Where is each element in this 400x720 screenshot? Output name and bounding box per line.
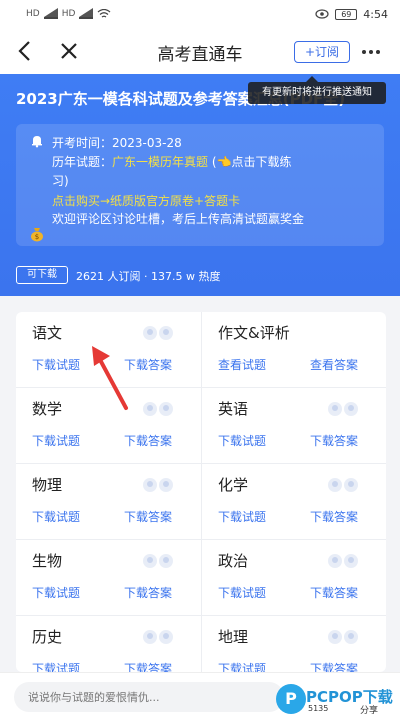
subject-name: 化学: [218, 476, 249, 494]
money-bag-icon: $: [31, 228, 43, 242]
hd-label: HD: [26, 9, 40, 19]
user-avatars: [326, 628, 364, 646]
subject-cell: 化学 下载试题 下载答案: [201, 464, 386, 540]
past-papers-hint: (👈点击下载练: [211, 155, 292, 169]
pointing-hand-icon: 👈: [216, 155, 232, 169]
subject-name: 地理: [218, 628, 249, 646]
hd-label: HD: [61, 9, 76, 19]
eye-icon: [315, 9, 329, 19]
signal-indicators: HD HD: [26, 7, 111, 19]
subject-name: 生物: [32, 552, 63, 570]
watermark: P PCPOP下载 5135: [276, 684, 400, 720]
comment-promo: 欢迎评论区讨论吐槽，考后上传高清试题赢奖金: [52, 212, 305, 226]
user-avatars: [141, 476, 179, 494]
user-avatars: [326, 400, 364, 418]
download-paper-link[interactable]: 下载试题: [32, 508, 80, 525]
download-paper-link[interactable]: 下载试题: [218, 660, 266, 672]
svg-text:$: $: [35, 233, 39, 241]
exam-time-row: 开考时间：2023-03-28: [52, 134, 182, 151]
subject-name: 政治: [218, 552, 249, 570]
past-papers-row: 历年试题：广东一模历年真题 (👈点击下载练: [52, 153, 292, 170]
subject-name: 英语: [218, 400, 249, 418]
subject-name: 作文&评析: [218, 324, 290, 342]
subscription-stats: 2621 人订阅 · 137.5 w 热度: [76, 270, 221, 283]
bell-icon: [32, 136, 42, 148]
past-papers-label: 历年试题：: [52, 155, 113, 169]
subject-cell: 生物 下载试题 下载答案: [16, 540, 201, 616]
download-answer-link[interactable]: 下载答案: [124, 508, 172, 525]
user-avatars: [326, 476, 364, 494]
watermark-subtext: 5135: [308, 704, 329, 713]
user-avatars: [326, 552, 364, 570]
status-time: 4:54: [363, 7, 388, 21]
downloadable-tag: 可下载: [16, 266, 68, 284]
view-paper-link[interactable]: 查看试题: [218, 356, 266, 373]
view-answer-link[interactable]: 查看答案: [310, 356, 358, 373]
share-button[interactable]: 分享: [360, 703, 378, 716]
download-answer-link[interactable]: 下载答案: [310, 584, 358, 601]
download-answer-link[interactable]: 下载答案: [310, 660, 358, 672]
comment-input[interactable]: [14, 682, 284, 712]
download-answer-link[interactable]: 下载答案: [124, 432, 172, 449]
back-arrow-icon[interactable]: [14, 38, 36, 64]
signal-icon: [43, 7, 58, 19]
download-paper-link[interactable]: 下载试题: [218, 584, 266, 601]
download-paper-link[interactable]: 下载试题: [218, 508, 266, 525]
wifi-icon: [97, 9, 111, 18]
watermark-logo-icon: P: [276, 684, 306, 714]
user-avatars: [141, 324, 179, 342]
subject-cell: 地理 下载试题 下载答案: [201, 616, 386, 672]
download-paper-link[interactable]: 下载试题: [32, 584, 80, 601]
subject-name: 历史: [32, 628, 63, 646]
subscribe-button[interactable]: +订阅: [294, 41, 350, 63]
subject-cell: 英语 下载试题 下载答案: [201, 388, 386, 464]
download-paper-link[interactable]: 下载试题: [32, 432, 80, 449]
subject-cell: 历史 下载试题 下载答案: [16, 616, 201, 672]
download-answer-link[interactable]: 下载答案: [310, 432, 358, 449]
download-paper-link[interactable]: 下载试题: [218, 432, 266, 449]
annotation-arrow-icon: [92, 346, 128, 410]
subject-cell: 物理 下载试题 下载答案: [16, 464, 201, 540]
download-paper-link[interactable]: 下载试题: [32, 660, 80, 672]
exam-time-value: 2023-03-28: [112, 136, 182, 150]
past-papers-hint-continued: 习): [52, 174, 69, 188]
purchase-link[interactable]: 点击购买→纸质版官方原卷+答题卡: [52, 192, 240, 209]
more-options-icon[interactable]: [358, 42, 384, 62]
signal-icon: [79, 7, 94, 19]
exam-time-label: 开考时间：: [52, 136, 113, 150]
user-avatars: [141, 628, 179, 646]
download-answer-link[interactable]: 下载答案: [124, 584, 172, 601]
subject-cell: 政治 下载试题 下载答案: [201, 540, 386, 616]
user-avatars: [141, 400, 179, 418]
user-avatars: [141, 552, 179, 570]
status-bar: HD HD 69 4:54: [0, 0, 400, 28]
push-notification-tooltip: 有更新时将进行推送通知: [248, 76, 386, 104]
close-icon[interactable]: [58, 39, 80, 63]
subject-name: 语文: [32, 324, 63, 342]
battery-indicator: 69: [335, 8, 358, 20]
past-papers-link[interactable]: 广东一模历年真题: [112, 155, 208, 169]
subject-cell: 作文&评析 查看试题 查看答案: [201, 312, 386, 388]
subject-name: 物理: [32, 476, 63, 494]
download-paper-link[interactable]: 下载试题: [32, 356, 80, 373]
subject-name: 数学: [32, 400, 63, 418]
subject-grid: 语文 下载试题 下载答案 作文&评析 查看试题 查看答案 数学 下载试题 下载答…: [16, 312, 386, 672]
download-answer-link[interactable]: 下载答案: [124, 660, 172, 672]
download-answer-link[interactable]: 下载答案: [310, 508, 358, 525]
nav-bar: 高考直通车 +订阅: [0, 28, 400, 74]
